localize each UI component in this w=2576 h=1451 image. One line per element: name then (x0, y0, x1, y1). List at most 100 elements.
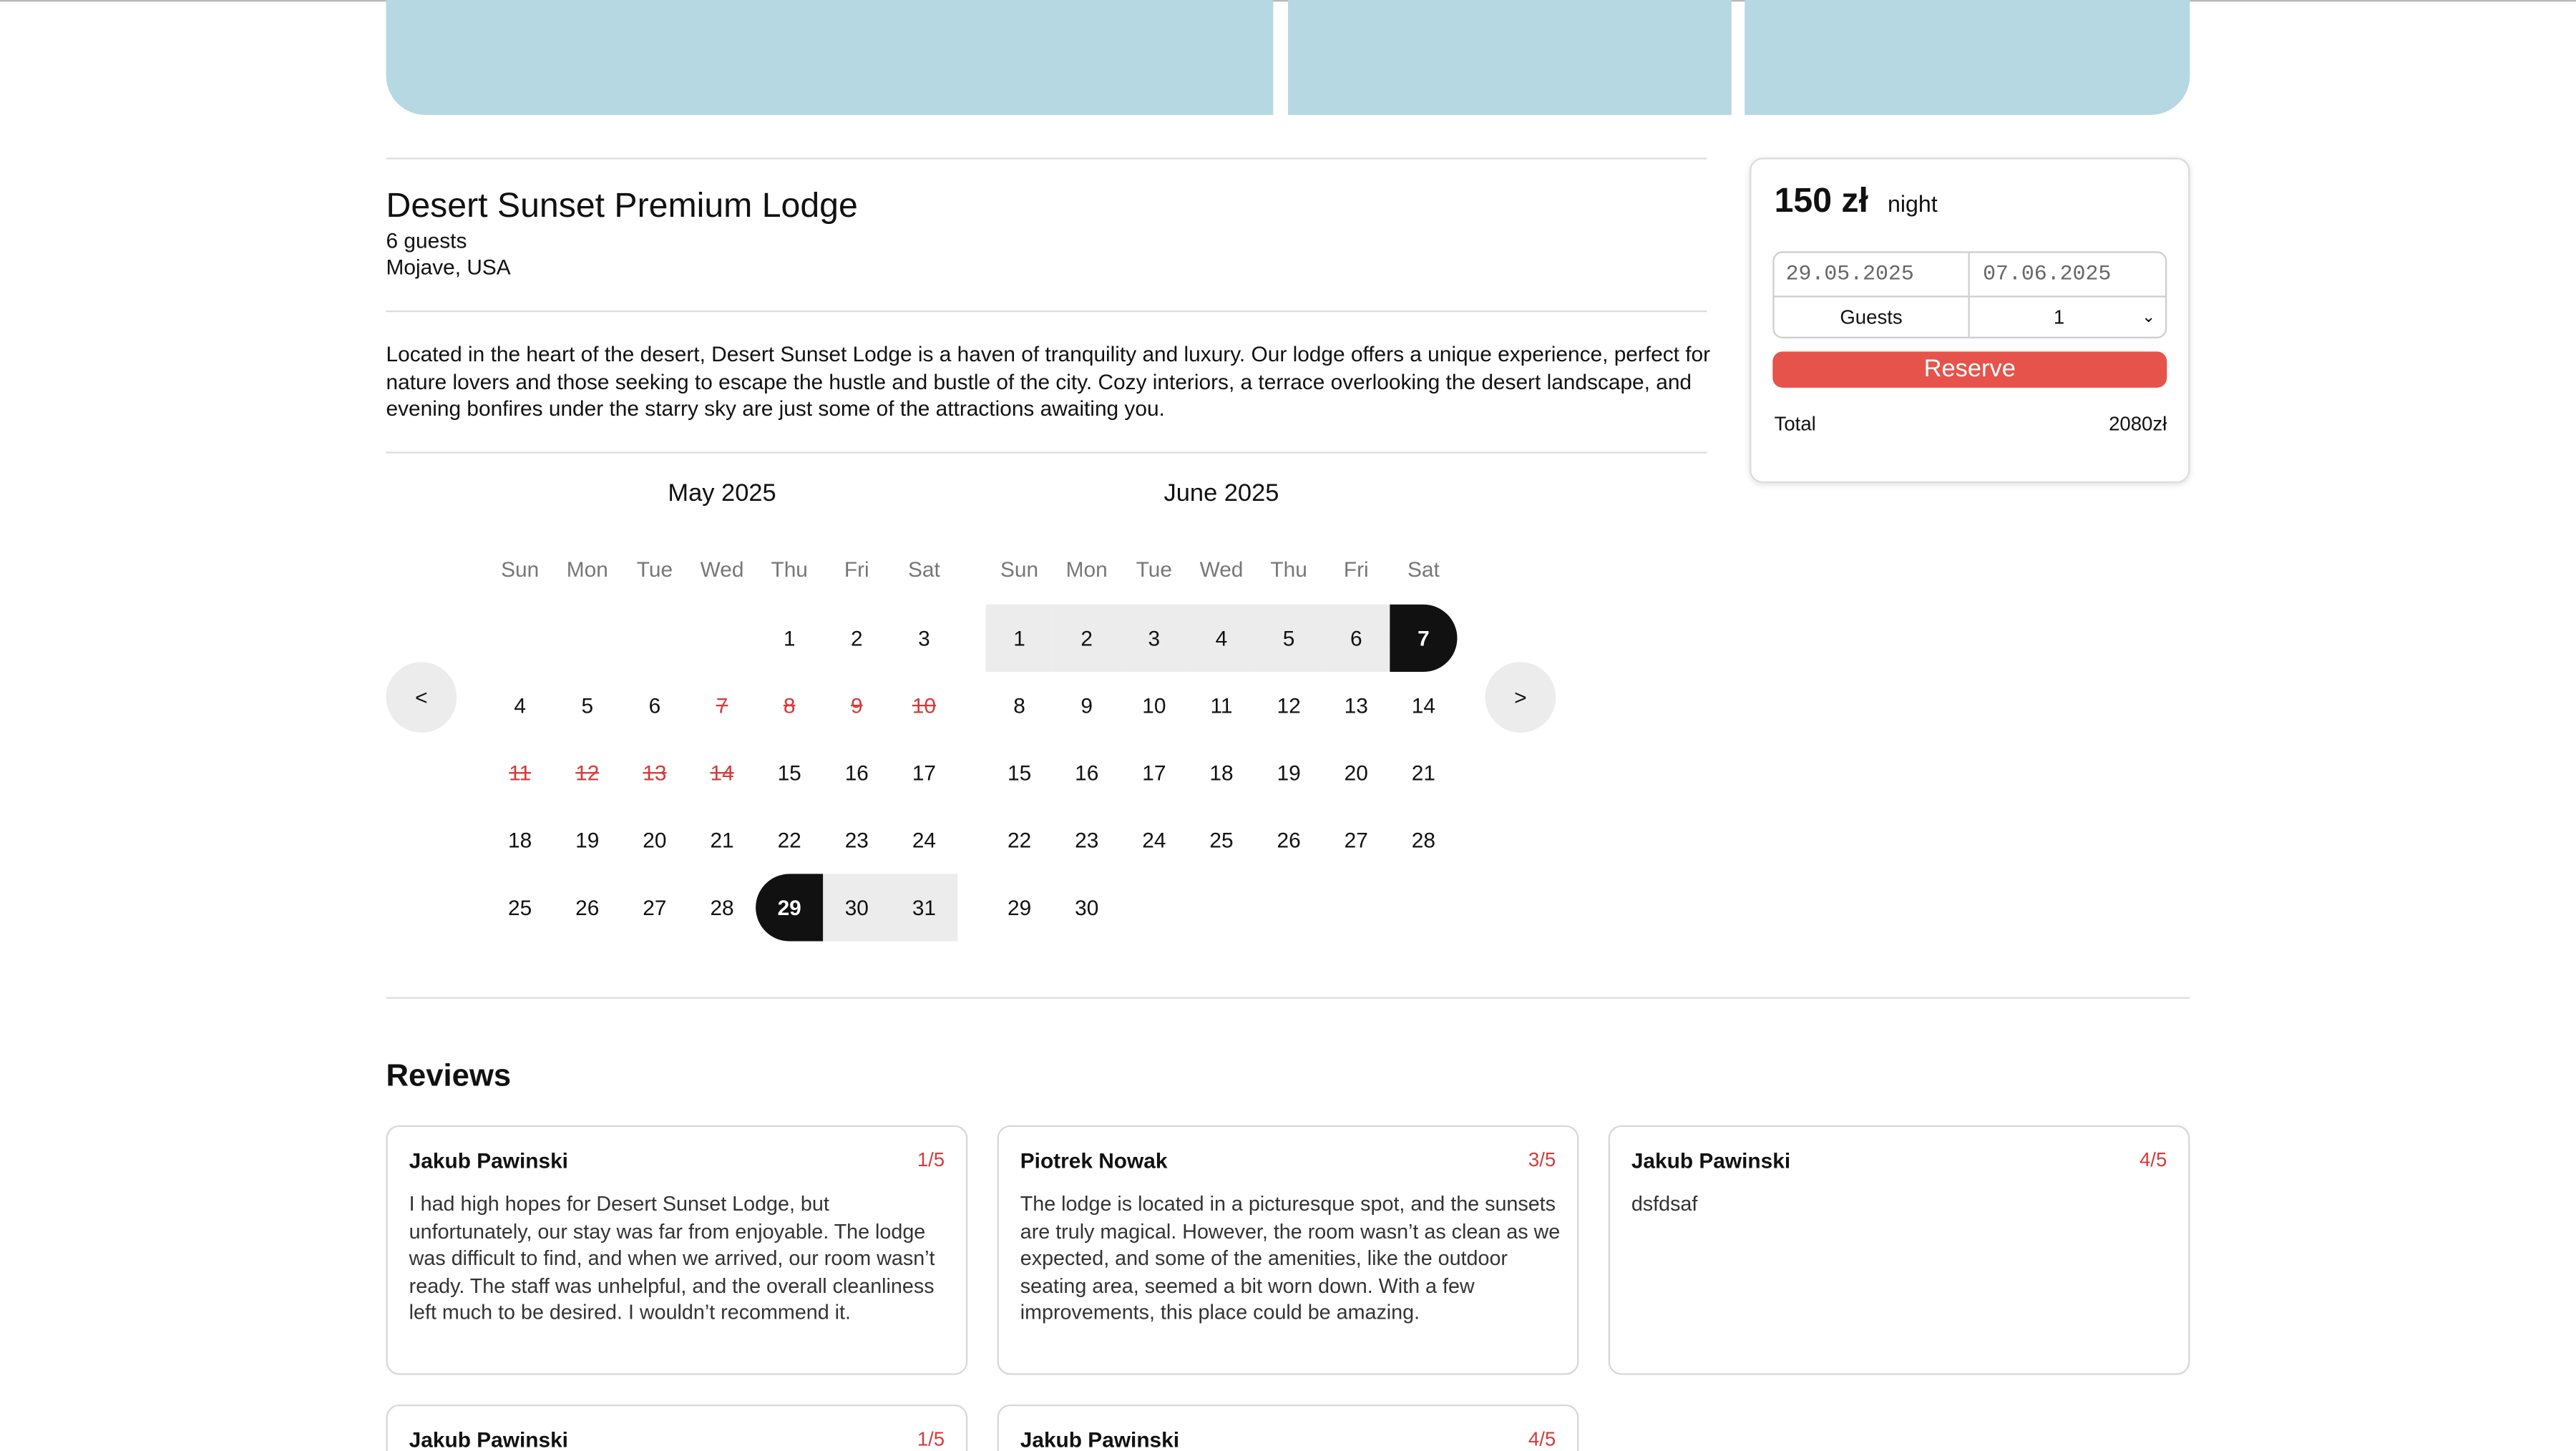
calendar-day[interactable]: 28 (688, 874, 756, 941)
chevron-down-icon: ⌄ (2141, 308, 2156, 327)
review-card: Jakub Pawinski 4/5 (997, 1404, 1579, 1451)
calendar-day[interactable]: 21 (1390, 739, 1457, 806)
divider (386, 997, 2190, 999)
total-label: Total (1774, 412, 1816, 436)
next-month-button[interactable]: > (1485, 662, 1556, 733)
weekday-label: Thu (771, 557, 808, 582)
calendar-day[interactable]: 17 (890, 739, 957, 806)
calendar-day[interactable]: 6 (621, 672, 688, 739)
check-in-date-input[interactable]: 29.05.2025 (1775, 253, 1970, 296)
calendar-day[interactable]: 6 (1322, 604, 1390, 673)
calendar-day[interactable]: 20 (621, 806, 688, 874)
calendar-day[interactable]: 18 (1188, 739, 1255, 806)
listing-location: Mojave, USA (386, 254, 511, 280)
weekday-label: Wed (1199, 557, 1244, 582)
calendar-day[interactable]: 31 (890, 874, 958, 942)
calendar-day[interactable]: 1 (985, 604, 1053, 673)
weekday-label: Mon (1065, 557, 1108, 582)
total-value: 2080zł (2109, 412, 2167, 436)
calendar-day[interactable]: 23 (1053, 806, 1121, 874)
calendar-day[interactable]: 10 (1121, 672, 1188, 739)
calendar-day[interactable]: 15 (986, 739, 1053, 806)
weekday-label: Sat (1407, 557, 1440, 582)
listing-photo-2[interactable] (1287, 0, 1732, 115)
calendar-day[interactable]: 30 (823, 874, 891, 942)
calendar-day[interactable]: 30 (1053, 874, 1121, 941)
calendar-day[interactable]: 25 (1188, 806, 1255, 874)
divider (386, 157, 1707, 160)
calendar-day[interactable]: 27 (621, 874, 688, 941)
guests-select-value: 1 (2053, 306, 2065, 329)
calendar-day[interactable]: 4 (487, 672, 554, 739)
calendar-day[interactable]: 21 (688, 806, 756, 874)
calendar-day[interactable]: 3 (890, 605, 957, 672)
weekday-label: Sun (1000, 557, 1039, 582)
calendar-day[interactable]: 7 (1390, 604, 1458, 673)
check-out-date-input[interactable]: 07.06.2025 (1971, 253, 2167, 296)
booking-card: 150 zł night 29.05.2025 07.06.2025 Guest… (1750, 157, 2190, 483)
calendar-day[interactable]: 22 (756, 806, 823, 874)
review-author: Jakub Pawinski (1631, 1148, 1791, 1173)
listing-description: Located in the heart of the desert, Dese… (386, 341, 1711, 421)
weekday-label: Sat (908, 557, 940, 582)
calendar-day[interactable]: 26 (554, 874, 621, 941)
calendar-day[interactable]: 17 (1121, 739, 1188, 806)
calendar-day: 10 (912, 693, 937, 718)
calendar-day[interactable]: 23 (823, 806, 890, 874)
review-rating: 4/5 (2139, 1148, 2167, 1171)
calendar-day[interactable]: 16 (823, 739, 890, 806)
calendar-day[interactable]: 1 (756, 605, 823, 672)
weekday-label: Thu (1270, 557, 1307, 582)
calendar-day[interactable]: 15 (756, 739, 823, 806)
month-title-may: May 2025 (668, 479, 776, 508)
price-unit: night (1887, 190, 1938, 218)
calendar-day[interactable]: 2 (1053, 604, 1121, 673)
listing-guests: 6 guests (386, 228, 467, 253)
calendar-day[interactable]: 13 (1322, 672, 1390, 739)
reserve-button[interactable]: Reserve (1772, 351, 2167, 388)
calendar-day[interactable]: 29 (756, 874, 824, 942)
price-per-night: 150 zł (1774, 182, 1868, 220)
booking-fields: 29.05.2025 07.06.2025 Guests 1 ⌄ (1772, 251, 2167, 338)
calendar-day[interactable]: 4 (1187, 604, 1256, 673)
calendar-day[interactable]: 25 (487, 874, 554, 941)
calendar-day[interactable]: 11 (1188, 672, 1255, 739)
guests-label: Guests (1775, 297, 1970, 338)
calendar-day[interactable]: 2 (823, 605, 890, 672)
guests-select[interactable]: 1 ⌄ (1971, 298, 2165, 338)
review-text: I had high hopes for Desert Sunset Lodge… (409, 1192, 935, 1325)
calendar-day[interactable]: 24 (1121, 806, 1188, 874)
calendar-day[interactable]: 24 (890, 806, 957, 874)
calendar-day[interactable]: 5 (1255, 604, 1323, 673)
calendar-day[interactable]: 29 (986, 874, 1053, 941)
weekday-label: Fri (844, 557, 869, 582)
review-text: dsfdsaf (1631, 1192, 1698, 1216)
calendar-day[interactable]: 3 (1120, 604, 1188, 673)
calendar-day[interactable]: 5 (554, 672, 621, 739)
calendar-day[interactable]: 19 (554, 806, 621, 874)
weekday-label: Sun (501, 557, 540, 582)
calendar-day[interactable]: 28 (1390, 806, 1457, 874)
weekday-label: Tue (636, 557, 673, 582)
calendar-day[interactable]: 20 (1322, 739, 1390, 806)
calendar-day[interactable]: 14 (1390, 672, 1457, 739)
review-card: Piotrek Nowak 3/5 The lodge is located i… (997, 1125, 1579, 1375)
calendar-day[interactable]: 27 (1322, 806, 1390, 874)
calendar-day[interactable]: 26 (1255, 806, 1322, 874)
calendar-day: 7 (716, 693, 728, 718)
calendar-day[interactable]: 18 (487, 806, 554, 874)
listing-photo-3[interactable] (1745, 0, 2190, 115)
calendar-day[interactable]: 22 (986, 806, 1053, 874)
calendar-day: 11 (509, 761, 532, 786)
calendar-day[interactable]: 9 (1053, 672, 1121, 739)
calendar-day[interactable]: 19 (1255, 739, 1322, 806)
calendar-day: 12 (575, 761, 600, 786)
review-rating: 3/5 (1528, 1148, 1556, 1171)
listing-title: Desert Sunset Premium Lodge (386, 187, 858, 225)
listing-photo-main[interactable] (386, 0, 1274, 115)
weekday-label: Fri (1343, 557, 1369, 582)
calendar-day[interactable]: 8 (986, 672, 1053, 739)
prev-month-button[interactable]: < (386, 662, 457, 733)
calendar-day[interactable]: 16 (1053, 739, 1121, 806)
calendar-day[interactable]: 12 (1255, 672, 1322, 739)
